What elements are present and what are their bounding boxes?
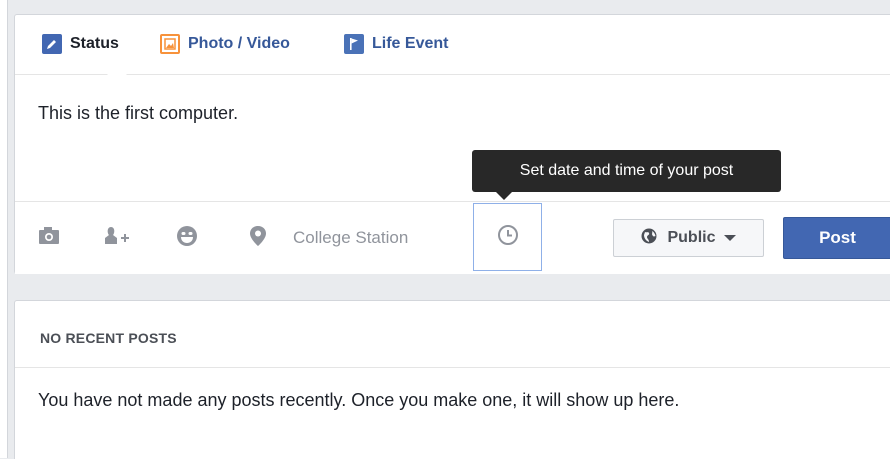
tab-status-label: Status xyxy=(70,35,119,52)
recent-posts-header: NO RECENT POSTS xyxy=(15,301,890,368)
feeling-icon[interactable] xyxy=(175,224,199,253)
recent-posts-card: NO RECENT POSTS You have not made any po… xyxy=(14,300,890,459)
composer-tabs: Status Photo / Video Life Event xyxy=(15,15,890,75)
post-text-input[interactable]: This is the first computer. xyxy=(38,103,238,124)
location-label[interactable]: College Station xyxy=(293,228,408,248)
tab-photo-video[interactable]: Photo / Video xyxy=(160,33,290,55)
pencil-icon xyxy=(42,34,62,54)
post-button[interactable]: Post xyxy=(783,217,890,259)
chevron-down-icon xyxy=(723,235,736,241)
location-pin-icon[interactable] xyxy=(248,224,268,253)
tab-life-event[interactable]: Life Event xyxy=(344,33,448,55)
clock-icon xyxy=(497,224,519,251)
audience-label: Public xyxy=(667,229,716,246)
globe-icon xyxy=(641,228,657,249)
tabs-divider xyxy=(15,74,890,75)
schedule-tooltip: Set date and time of your post xyxy=(472,150,781,192)
schedule-post-button[interactable] xyxy=(473,203,542,271)
tooltip-arrow xyxy=(496,192,512,200)
tag-friends-icon[interactable] xyxy=(102,224,132,253)
tab-life-event-label: Life Event xyxy=(372,35,449,52)
page-left-border xyxy=(0,0,8,458)
audience-selector[interactable]: Public xyxy=(613,219,764,257)
photo-icon xyxy=(160,34,180,54)
tab-status[interactable]: Status xyxy=(42,33,119,55)
active-tab-caret xyxy=(107,65,127,75)
flag-icon xyxy=(344,34,364,54)
recent-posts-message: You have not made any posts recently. On… xyxy=(38,390,680,410)
post-composer: Status Photo / Video Life Event This is … xyxy=(14,14,890,274)
tab-photo-video-label: Photo / Video xyxy=(188,35,290,52)
composer-toolbar: College Station Public Post xyxy=(15,201,890,274)
camera-icon[interactable] xyxy=(37,224,61,251)
recent-posts-title: NO RECENT POSTS xyxy=(40,330,177,346)
